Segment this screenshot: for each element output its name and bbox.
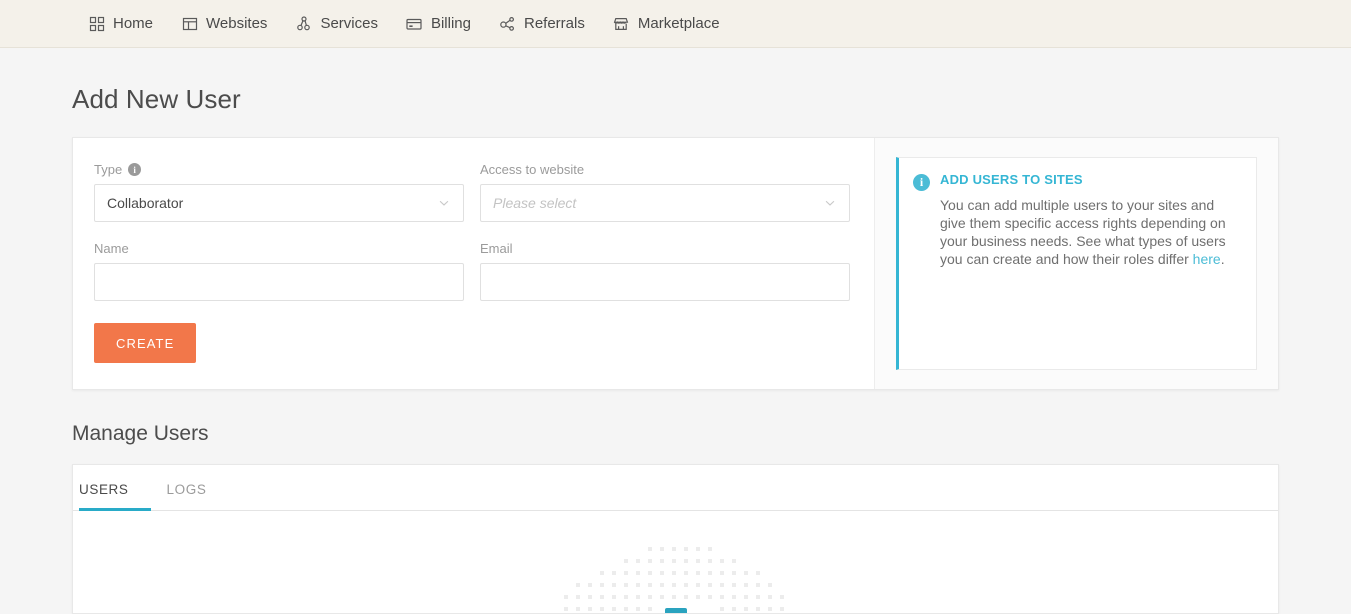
nav-item-label: Services: [320, 15, 378, 32]
form-row-name-email: Name Email: [94, 241, 853, 301]
nav-item-services[interactable]: Services: [295, 15, 378, 32]
nav-item-referrals[interactable]: Referrals: [499, 15, 585, 32]
field-email: Email: [480, 241, 850, 301]
type-select[interactable]: Collaborator: [94, 184, 464, 222]
empty-state-illustration: [73, 543, 1278, 613]
nav-item-label: Billing: [430, 15, 471, 32]
nav-item-marketplace[interactable]: Marketplace: [613, 15, 720, 32]
browser-window-icon: [181, 15, 198, 32]
form-row-spacer: [94, 222, 853, 241]
form-row-type-access: Type i Collaborator Access to website Pl…: [94, 162, 853, 222]
name-label: Name: [94, 241, 129, 256]
create-button[interactable]: CREATE: [94, 323, 197, 363]
tab-bar: USERS LOGS: [73, 465, 1278, 511]
page-content: Add New User Type i Collaborator Access …: [0, 84, 1351, 614]
field-access-to-website: Access to website Please select: [480, 162, 850, 222]
manage-users-title: Manage Users: [72, 422, 209, 445]
chevron-down-icon: [437, 196, 451, 210]
chevron-down-icon: [823, 196, 837, 210]
nav-item-home[interactable]: Home: [88, 15, 153, 32]
page-title: Add New User: [72, 84, 241, 114]
add-user-form: Type i Collaborator Access to website Pl…: [73, 138, 874, 389]
info-tooltip-icon[interactable]: i: [128, 163, 142, 176]
top-navigation-bar: Home Websites Services Billing Referrals…: [0, 0, 1351, 48]
nav-item-billing[interactable]: Billing: [406, 15, 471, 32]
info-here-link[interactable]: here: [1193, 251, 1221, 267]
access-label: Access to website: [480, 162, 585, 177]
type-label-wrap: Type i: [94, 162, 464, 177]
access-select-placeholder: Please select: [493, 195, 577, 211]
type-select-value: Collaborator: [107, 195, 184, 211]
email-label: Email: [480, 241, 513, 256]
type-label: Type: [94, 162, 123, 177]
field-type: Type i Collaborator: [94, 162, 464, 222]
empty-state-accent-shape: [664, 608, 687, 613]
nav-item-websites[interactable]: Websites: [181, 15, 267, 32]
nav-item-label: Marketplace: [637, 15, 720, 32]
users-empty-state: [73, 511, 1278, 613]
share-nodes-icon: [499, 15, 516, 32]
grid-icon: [88, 15, 105, 32]
tab-logs[interactable]: LOGS: [151, 482, 223, 511]
nav-item-label: Referrals: [524, 15, 585, 32]
field-name: Name: [94, 241, 464, 301]
nav-item-label: Home: [113, 15, 154, 32]
tab-users[interactable]: USERS: [79, 482, 151, 511]
email-label-wrap: Email: [480, 241, 850, 256]
name-input[interactable]: [94, 263, 464, 301]
info-text-before-link: You can add multiple users to your sites…: [940, 197, 1226, 267]
info-circle-icon: i: [913, 174, 930, 191]
add-users-info-box: i ADD USERS TO SITES You can add multipl…: [896, 157, 1257, 370]
storefront-icon: [613, 15, 630, 32]
add-user-card: Type i Collaborator Access to website Pl…: [72, 137, 1279, 390]
info-text-after-link: .: [1220, 251, 1225, 267]
info-box-text: You can add multiple users to your sites…: [940, 196, 1240, 268]
access-select[interactable]: Please select: [480, 184, 850, 222]
info-box-body: ADD USERS TO SITES You can add multiple …: [940, 172, 1240, 353]
nav-item-label: Websites: [206, 15, 268, 32]
name-label-wrap: Name: [94, 241, 464, 256]
email-input[interactable]: [480, 263, 850, 301]
info-panel-container: i ADD USERS TO SITES You can add multipl…: [874, 138, 1278, 389]
nodes-network-icon: [295, 15, 312, 32]
access-label-wrap: Access to website: [480, 162, 850, 177]
info-box-title: ADD USERS TO SITES: [940, 172, 1083, 187]
dot-pattern-icon: [563, 547, 784, 611]
credit-card-icon: [406, 15, 423, 32]
